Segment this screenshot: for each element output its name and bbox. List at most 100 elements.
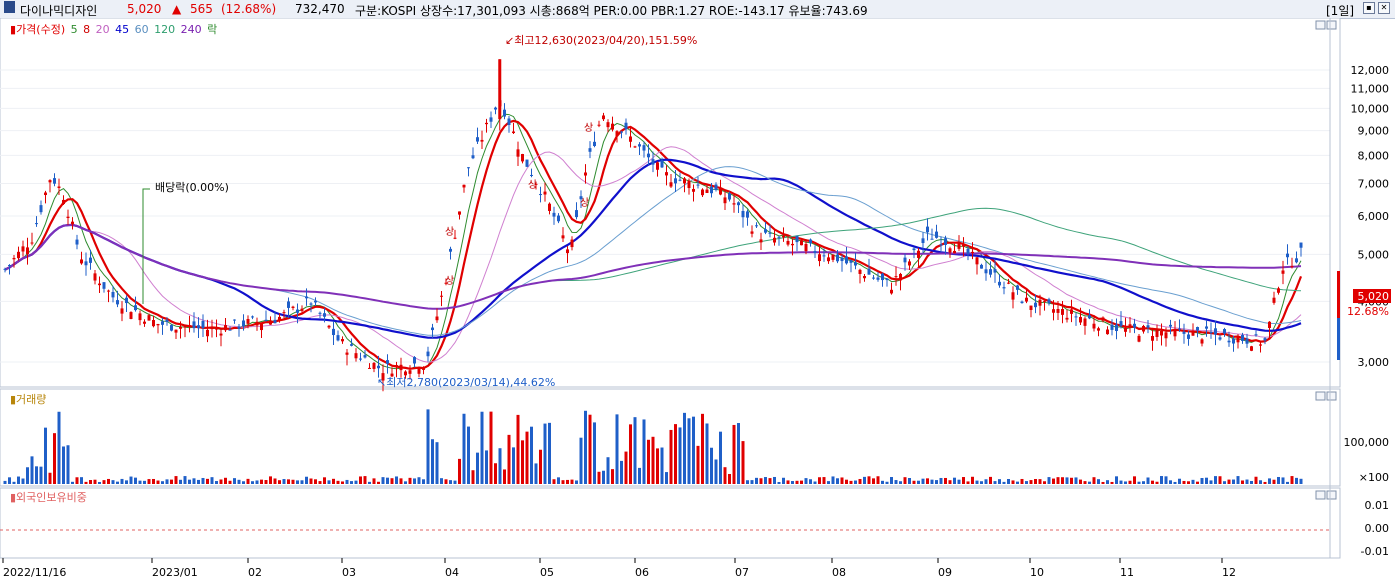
panel-close-icon[interactable] xyxy=(1326,391,1337,401)
candle-body xyxy=(507,118,511,126)
volume-bar xyxy=(485,450,488,484)
candle-body xyxy=(449,248,452,252)
volume-bar xyxy=(498,448,502,484)
volume-bar xyxy=(791,481,794,484)
candle-body xyxy=(1146,325,1150,328)
volume-bar xyxy=(89,480,92,484)
close-icon[interactable]: ✕ xyxy=(1378,2,1390,14)
candle-body xyxy=(926,226,929,233)
candle-body xyxy=(494,107,497,110)
panel-close-icon[interactable] xyxy=(1326,490,1337,500)
candle-body xyxy=(1200,339,1204,344)
ma-legend-5[interactable]: 5 xyxy=(71,23,78,36)
ma-legend-120[interactable]: 120 xyxy=(154,23,175,36)
volume-bar xyxy=(1281,477,1285,484)
ma-legend-60[interactable]: 60 xyxy=(135,23,149,36)
price-axis-label: 9,000 xyxy=(1358,125,1390,138)
volume-bar xyxy=(1119,480,1123,484)
volume-bar xyxy=(818,477,821,484)
volume-bar xyxy=(957,479,961,484)
volume-bar xyxy=(66,445,70,484)
ma-legend-8[interactable]: 8 xyxy=(83,23,90,36)
candle-body xyxy=(863,275,866,279)
volume-bar xyxy=(273,478,277,484)
volume-bar xyxy=(237,479,241,484)
ma-legend-20[interactable]: 20 xyxy=(96,23,110,36)
volume-bar xyxy=(251,481,254,484)
candle-body xyxy=(1187,334,1190,339)
candle-body xyxy=(1286,253,1289,258)
candle-body xyxy=(305,296,308,299)
panel-minimize-icon[interactable] xyxy=(1315,20,1326,30)
volume-bar xyxy=(26,467,29,484)
trade-volume: 732,470 xyxy=(295,2,345,16)
candle-body xyxy=(1227,340,1231,343)
candle-body xyxy=(1029,305,1033,310)
candle-body xyxy=(71,221,74,225)
volume-bar xyxy=(363,476,367,484)
panel-minimize-icon[interactable] xyxy=(1315,490,1326,500)
candle-body xyxy=(678,179,682,181)
stock-chart[interactable]: 12,000 11,000 10,000 9,000 8,000 7,000 6,000 5,… xyxy=(0,18,1395,579)
volume-bar xyxy=(152,478,155,484)
candle-body xyxy=(1079,317,1082,323)
volume-bar xyxy=(530,426,533,484)
ma-legend-240[interactable]: 240 xyxy=(181,23,202,36)
panel-minimize-icon[interactable] xyxy=(1315,391,1326,401)
candle-body xyxy=(998,281,1001,286)
volume-bar xyxy=(939,477,943,484)
candle-body xyxy=(30,242,34,244)
panel-close-icon[interactable] xyxy=(1326,20,1337,30)
candle-body xyxy=(638,144,641,147)
foreign-axis-label: -0.01 xyxy=(1361,545,1389,558)
price-legend-label[interactable]: 가격(수정) xyxy=(16,23,65,36)
candle-body xyxy=(660,160,664,168)
candle-body xyxy=(282,312,286,314)
candle-body xyxy=(908,261,911,266)
candle-body xyxy=(944,238,947,245)
volume-bar xyxy=(971,476,974,484)
volume-bar xyxy=(696,445,700,484)
volume-bar xyxy=(593,422,596,484)
candle-body xyxy=(948,248,952,253)
volume-bar xyxy=(413,478,416,484)
rak-legend[interactable]: 락 xyxy=(207,23,217,36)
candle-body xyxy=(1295,258,1298,263)
ma-legend-45[interactable]: 45 xyxy=(115,23,129,36)
volume-bar xyxy=(75,477,79,484)
volume-bar xyxy=(1052,478,1055,484)
volume-bar xyxy=(350,481,353,484)
candle-body xyxy=(845,256,848,264)
volume-bar xyxy=(683,412,686,484)
x-axis-label: 03 xyxy=(342,566,356,579)
dividend-annotation: 배당락(0.00%) xyxy=(155,181,229,194)
volume-bar xyxy=(278,480,281,484)
volume-bar xyxy=(206,478,209,484)
volume-bar xyxy=(728,473,731,484)
candle-body xyxy=(1110,324,1114,330)
volume-bar xyxy=(1151,480,1154,484)
period-selector[interactable]: [1일] xyxy=(1326,2,1354,19)
volume-bar xyxy=(309,478,313,484)
volume-bar xyxy=(71,481,74,484)
maximize-icon[interactable]: ▪ xyxy=(1363,2,1375,14)
volume-bar xyxy=(1137,481,1141,484)
foreign-panel-frame xyxy=(0,487,1341,559)
volume-bar xyxy=(602,470,605,484)
volume-bar xyxy=(935,480,938,484)
candle-body xyxy=(1209,332,1213,334)
volume-bar xyxy=(165,479,169,484)
volume-bar xyxy=(57,411,61,484)
candle-body xyxy=(359,358,362,360)
volume-bar xyxy=(1214,476,1217,484)
candle-body xyxy=(345,352,349,355)
volume-bar xyxy=(426,409,430,484)
candle-body xyxy=(102,282,106,289)
foreign-axis-label: 0.00 xyxy=(1365,522,1390,535)
candle-body xyxy=(1016,285,1019,290)
volume-bar xyxy=(1133,476,1136,484)
x-axis-label: 05 xyxy=(540,566,554,579)
volume-bar xyxy=(606,457,610,484)
stock-name[interactable]: 다이나믹디자인 xyxy=(20,2,97,19)
volume-bar xyxy=(395,476,398,484)
